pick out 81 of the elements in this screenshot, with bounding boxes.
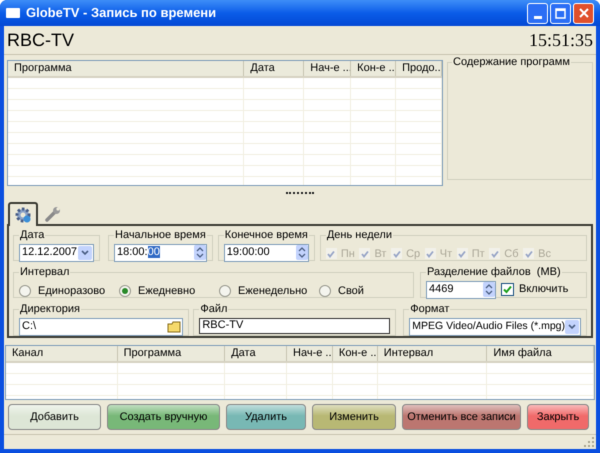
column-header[interactable]: Канал [6, 346, 118, 361]
app-icon [6, 8, 20, 18]
check-icon [360, 250, 369, 258]
group-label: Конечное время [224, 228, 309, 243]
maximize-icon [555, 8, 566, 18]
splitter-handle[interactable] [286, 192, 314, 194]
column-header[interactable]: Нач-е ... [287, 346, 333, 361]
day-label: Чт [440, 246, 452, 262]
action-button[interactable]: Изменить [312, 404, 396, 430]
minimize-button[interactable] [527, 2, 548, 24]
column-header[interactable]: Дата [225, 346, 288, 361]
column-header[interactable]: Кон-е ... [351, 61, 396, 76]
check-icon [327, 250, 336, 258]
end-time-field[interactable]: 19:00:00 [224, 244, 309, 262]
radio-label: Еженедельно [238, 284, 308, 298]
tab[interactable] [8, 202, 38, 226]
action-button[interactable]: Удалить [226, 404, 306, 430]
day-label: Ср [406, 246, 420, 262]
day-label: Сб [504, 246, 519, 262]
group-label: Интервал [19, 265, 70, 280]
check-icon [392, 250, 401, 258]
group-label: День недели [326, 228, 393, 243]
day-label: Вс [538, 246, 551, 262]
file-field[interactable]: RBC-TV [199, 318, 390, 334]
action-button[interactable]: Добавить [8, 404, 101, 430]
column-header[interactable]: Программа [8, 61, 244, 76]
clock: 15:51:35 [528, 28, 593, 52]
radio-button[interactable] [219, 284, 231, 297]
radio-button[interactable] [19, 284, 31, 297]
enable-checkbox[interactable] [501, 283, 514, 296]
check-icon [524, 250, 533, 258]
window-title: GlobeTV - Запись по времени [26, 4, 216, 22]
action-button[interactable]: Отменить все записи [402, 404, 521, 430]
day-label: Пт [472, 246, 485, 262]
column-header[interactable]: Кон-е ... [332, 346, 378, 361]
spinner-icon [296, 245, 308, 260]
directory-field[interactable]: C:\ [19, 318, 184, 336]
group-label: Формат [409, 302, 450, 317]
column-header[interactable]: Программа [118, 346, 226, 361]
radio-label: Единоразово [38, 284, 106, 298]
radio-label: Ежедневно [138, 284, 196, 298]
close-button[interactable] [573, 2, 594, 24]
action-button[interactable]: Создать вручную [107, 404, 220, 430]
format-dropdown[interactable]: MPEG Video/Audio Files (*.mpg) [409, 318, 581, 336]
group-label: Директория [19, 302, 82, 317]
wrench-icon [44, 205, 62, 223]
day-label: Пн [340, 246, 355, 262]
resize-grip-icon[interactable] [584, 437, 594, 447]
check-icon [458, 250, 466, 258]
start-time-field[interactable]: 18:00:00 [114, 244, 207, 262]
table-column [287, 363, 333, 399]
channel-name: RBC-TV [7, 28, 74, 52]
column-header[interactable]: Продо... [396, 61, 442, 76]
group-label: Дата [19, 228, 46, 243]
spinner-icon [194, 245, 206, 260]
panel-title: Содержание программ [452, 55, 571, 70]
maximize-button[interactable] [550, 2, 571, 24]
action-button[interactable]: Закрыть [527, 404, 589, 430]
radio-button[interactable] [119, 284, 131, 297]
date-picker[interactable]: 12.12.2007 [19, 244, 94, 262]
dropdown-icon [78, 246, 92, 260]
close-icon [578, 8, 588, 18]
minimize-icon [534, 16, 542, 18]
column-header[interactable]: Интервал [378, 346, 488, 361]
group-label: Начальное время [114, 228, 207, 243]
check-icon [426, 250, 434, 258]
check-icon [490, 250, 499, 258]
radio-button[interactable] [319, 284, 331, 297]
dropdown-icon [565, 320, 579, 334]
checkbox-label: Включить [519, 282, 568, 298]
group-label: Файл [199, 302, 228, 317]
split-size-field[interactable]: 4469 [426, 280, 496, 298]
check-icon [503, 285, 512, 294]
column-header[interactable]: Имя файла [487, 346, 594, 361]
folder-icon [167, 320, 182, 332]
gear-icon [14, 206, 32, 224]
group-label: Разделение файлов (MB) [426, 265, 562, 280]
radio-label: Свой [338, 284, 364, 298]
column-header[interactable]: Дата [244, 61, 304, 76]
day-label: Вт [374, 246, 386, 262]
spinner-icon [483, 282, 495, 297]
